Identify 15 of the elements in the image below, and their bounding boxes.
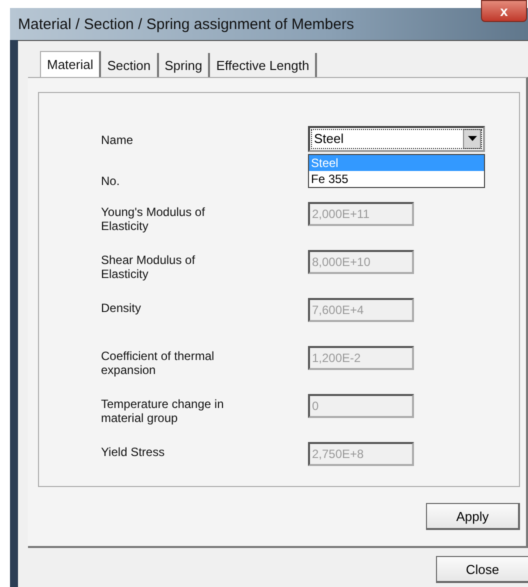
name-dropdown[interactable]: Steel [308, 126, 485, 152]
apply-button[interactable]: Apply [426, 503, 520, 530]
field-label: Temperature change in material group [101, 396, 225, 425]
field-label: No. [101, 173, 121, 188]
tab[interactable]: Material [40, 51, 102, 77]
field-label: Density [101, 300, 142, 315]
field-label: Shear Modulus of Elasticity [101, 252, 196, 281]
field-label: Young's Modulus of Elasticity [101, 204, 206, 233]
close-dialog-button[interactable]: Close [436, 556, 528, 583]
window-close-button[interactable]: x [481, 0, 527, 22]
window-title: Material / Section / Spring assignment of Members [18, 16, 354, 32]
field-label: Coefficient of thermal expansion [101, 348, 216, 377]
field-label: Yield Stress [101, 444, 166, 459]
field-label: Name [101, 132, 134, 147]
dropdown-option[interactable]: Fe 355 [309, 170, 484, 186]
